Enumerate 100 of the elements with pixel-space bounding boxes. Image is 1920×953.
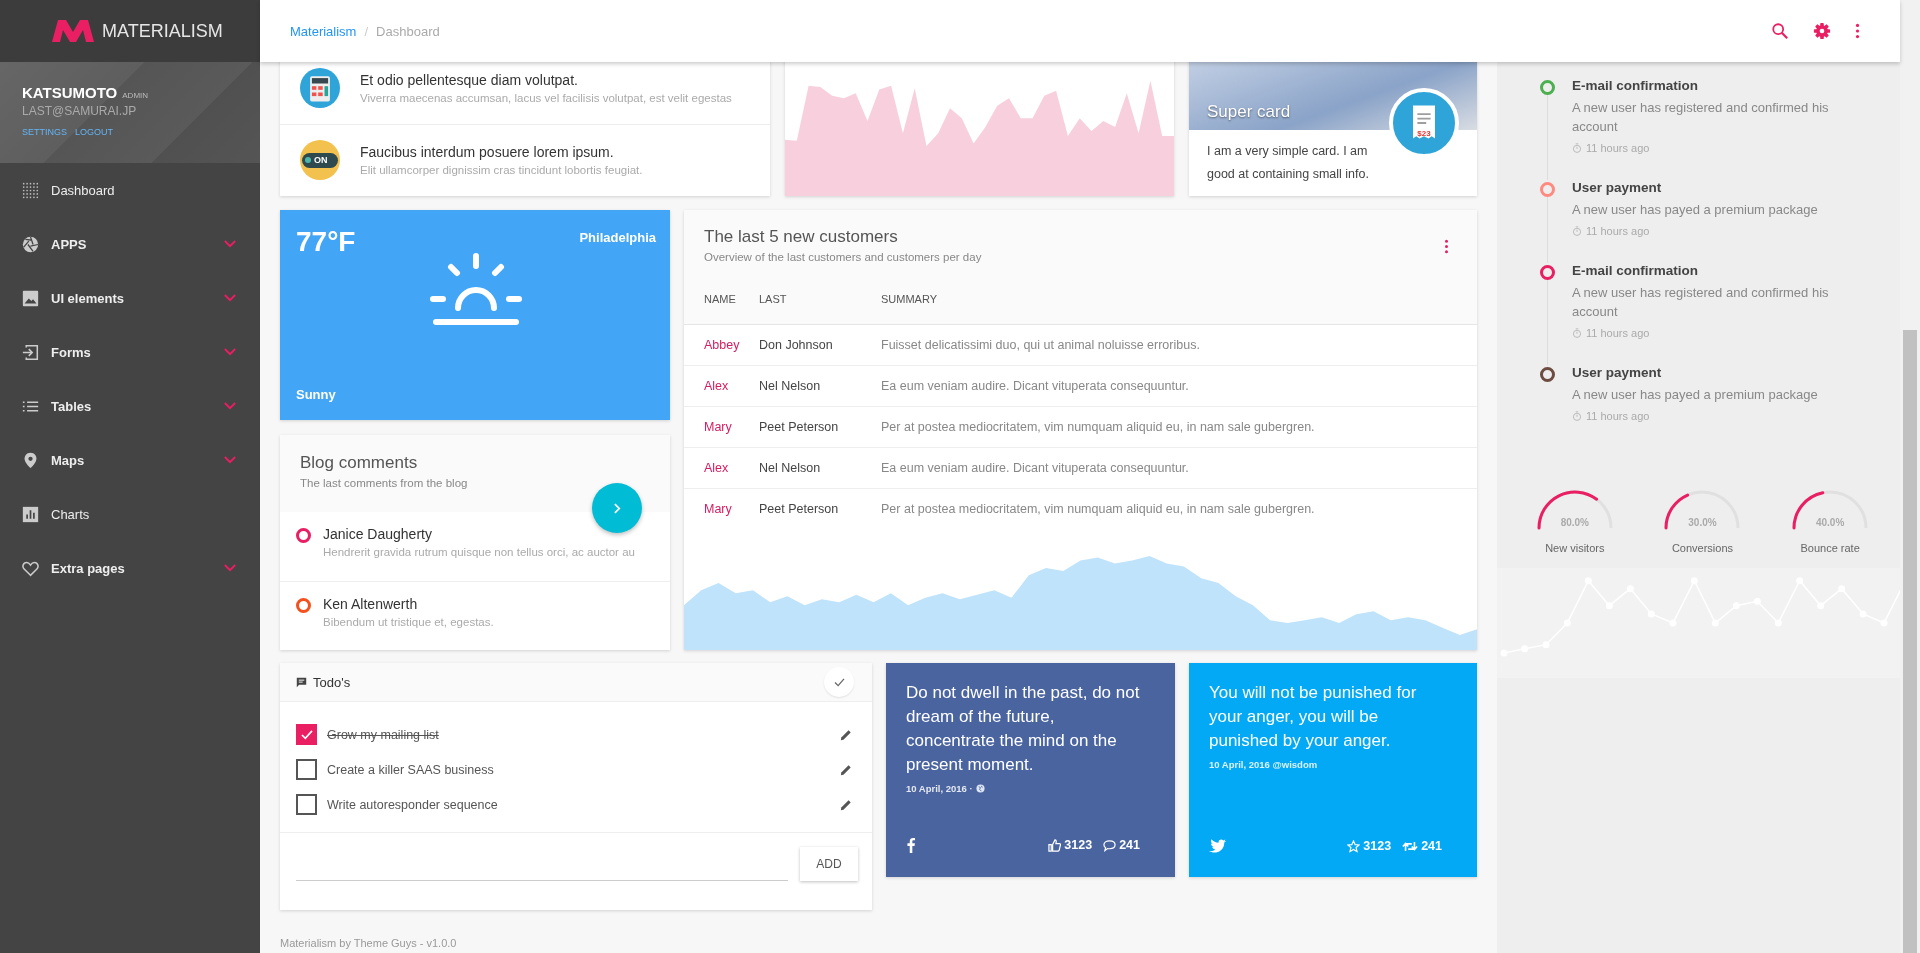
checkbox[interactable] — [296, 724, 317, 745]
table-cell: Peet Peterson — [759, 406, 881, 448]
check-icon — [833, 677, 845, 687]
quote-meta: 10 April, 2016 · — [906, 783, 973, 794]
gauge-label: Conversions — [1671, 542, 1734, 554]
pencil-icon[interactable] — [840, 728, 852, 741]
scrollbar[interactable] — [1900, 0, 1920, 953]
check-icon — [300, 729, 313, 740]
temperature: 77°F — [296, 226, 356, 258]
checkbox[interactable] — [296, 794, 317, 815]
todo-text: Grow my mailing list — [327, 727, 440, 742]
event-title: E-mail confirmation — [1572, 263, 1699, 278]
gauge-reading: 40.0% — [1815, 517, 1845, 528]
card-title: The last 5 new customers — [704, 227, 899, 247]
bird-icon[interactable] — [1209, 839, 1226, 853]
chevron-down-icon — [224, 294, 236, 302]
pencil-icon[interactable] — [840, 798, 852, 811]
table-cell: Alex — [684, 365, 759, 407]
gauge-label: Bounce rate — [1800, 542, 1860, 554]
comment-text: Bibendum ut tristique et, egestas. — [323, 615, 494, 628]
more-vertical-icon[interactable] — [1855, 23, 1860, 39]
nav-item[interactable]: Maps — [0, 433, 260, 487]
stopwatch-icon — [1572, 143, 1582, 153]
check-button[interactable] — [824, 667, 854, 697]
event-title: User payment — [1572, 365, 1663, 380]
settings-icon[interactable] — [1813, 22, 1831, 40]
card-title: Super card — [1207, 102, 1291, 122]
grid-icon — [22, 181, 39, 199]
price-label: $23 — [1417, 129, 1431, 138]
stopwatch-icon — [1572, 328, 1582, 338]
stopwatch-icon — [1572, 411, 1582, 421]
column-header: SUMMARY — [881, 268, 1477, 325]
event-text: A new user has registered and confirmed his account — [1572, 284, 1830, 321]
add-button[interactable]: ADD — [800, 847, 858, 881]
heart-icon — [22, 559, 39, 577]
nav-item[interactable]: Tables — [0, 379, 260, 433]
nav-item[interactable]: Forms — [0, 325, 260, 379]
event-text: A new user has registered and confirmed his account — [1572, 99, 1830, 136]
pin-icon — [22, 451, 39, 469]
table-cell: Peet Peterson — [759, 488, 881, 529]
thumbs-up-icon[interactable] — [1048, 838, 1062, 852]
toggle-label: ON — [314, 155, 328, 166]
table-cell: Per at postea mediocritatem, vim numquam aliquid eu, in nam sale gubergren. — [881, 406, 1477, 448]
nav-item[interactable]: Charts — [0, 487, 260, 541]
nav-item[interactable]: Dashboard — [0, 163, 260, 217]
retweet-count: 241 — [1421, 839, 1442, 853]
city-name: Philadelphia — [579, 230, 656, 245]
next-button[interactable] — [592, 483, 642, 533]
favorite-count: 3123 — [1363, 839, 1392, 853]
user-role: ADMIN — [122, 91, 149, 100]
todo-text: Create a killer SAAS business — [327, 762, 495, 777]
gauge-reading: 30.0% — [1688, 517, 1717, 528]
gauge-reading: 80.0% — [1560, 517, 1589, 528]
table-cell: Ea eum veniam audire. Dicant vituperata consequuntur. — [881, 447, 1477, 489]
table-cell: Fuisset delicatissimi duo, qui ut animal noluisse erroribus. — [881, 324, 1477, 366]
event-time: 11 hours ago — [1586, 410, 1650, 422]
comment-count: 241 — [1119, 838, 1140, 852]
quote-meta: 10 April, 2016 @wisdom — [1209, 759, 1318, 770]
search-icon[interactable] — [1771, 22, 1789, 40]
event-title: User payment — [1572, 180, 1663, 195]
list-item-title: Faucibus interdum posuere lorem ipsum. — [360, 144, 615, 161]
comment-icon — [296, 676, 307, 688]
login-icon — [22, 343, 39, 361]
like-count: 3123 — [1064, 838, 1093, 852]
card-subtitle: The last comments from the blog — [300, 477, 469, 489]
comment-text: Hendrerit gravida rutrum quisque non tellus orci, ac auctor au — [323, 546, 635, 558]
list-item-text: Elit ullamcorper dignissim cras tincidunt lobortis feugiat. — [360, 164, 643, 177]
logo-icon — [52, 20, 94, 42]
speech-bubble-icon[interactable] — [1103, 838, 1117, 852]
table-cell: Ea eum veniam audire. Dicant vituperata consequuntur. — [881, 365, 1477, 407]
nav-item[interactable]: Extra pages — [0, 541, 260, 595]
letter-f-icon[interactable] — [906, 837, 916, 853]
retweet-icon[interactable] — [1402, 840, 1419, 852]
commenter-name: Ken Altenwerth — [323, 595, 419, 612]
table-cell: Per at postea mediocritatem, vim numquam aliquid eu, in nam sale gubergren. — [881, 488, 1477, 529]
event-text: A new user has payed a premium package — [1572, 386, 1819, 404]
nav-item[interactable]: APPS — [0, 217, 260, 271]
nav-item[interactable]: UI elements — [0, 271, 260, 325]
star-icon[interactable] — [1347, 839, 1361, 853]
table-cell: Mary — [684, 488, 759, 529]
table-cell: Nel Nelson — [759, 447, 881, 489]
more-vertical-icon[interactable] — [1444, 239, 1449, 254]
calculator-icon — [300, 67, 340, 108]
list-item-text: Viverra maecenas accumsan, lacus vel facilisis volutpat, est velit egestas — [360, 91, 732, 104]
event-time: 11 hours ago — [1586, 142, 1650, 154]
chevron-down-icon — [224, 240, 236, 248]
card-title: Todo's — [313, 674, 352, 690]
chart-icon — [22, 505, 39, 523]
pencil-icon[interactable] — [840, 763, 852, 776]
user-email: LAST@SAMURAI.JP — [22, 104, 138, 118]
logo-text: MATERIALISM — [102, 20, 223, 42]
commenter-name: Janice Daugherty — [323, 526, 433, 542]
checkbox[interactable] — [296, 759, 317, 780]
globe-icon — [975, 784, 985, 793]
chevron-down-icon — [224, 564, 236, 572]
table-cell: Nel Nelson — [759, 365, 881, 407]
event-title: E-mail confirmation — [1572, 78, 1699, 93]
chevron-right-icon — [613, 502, 621, 514]
chevron-down-icon — [224, 456, 236, 464]
event-text: A new user has payed a premium package — [1572, 201, 1819, 219]
